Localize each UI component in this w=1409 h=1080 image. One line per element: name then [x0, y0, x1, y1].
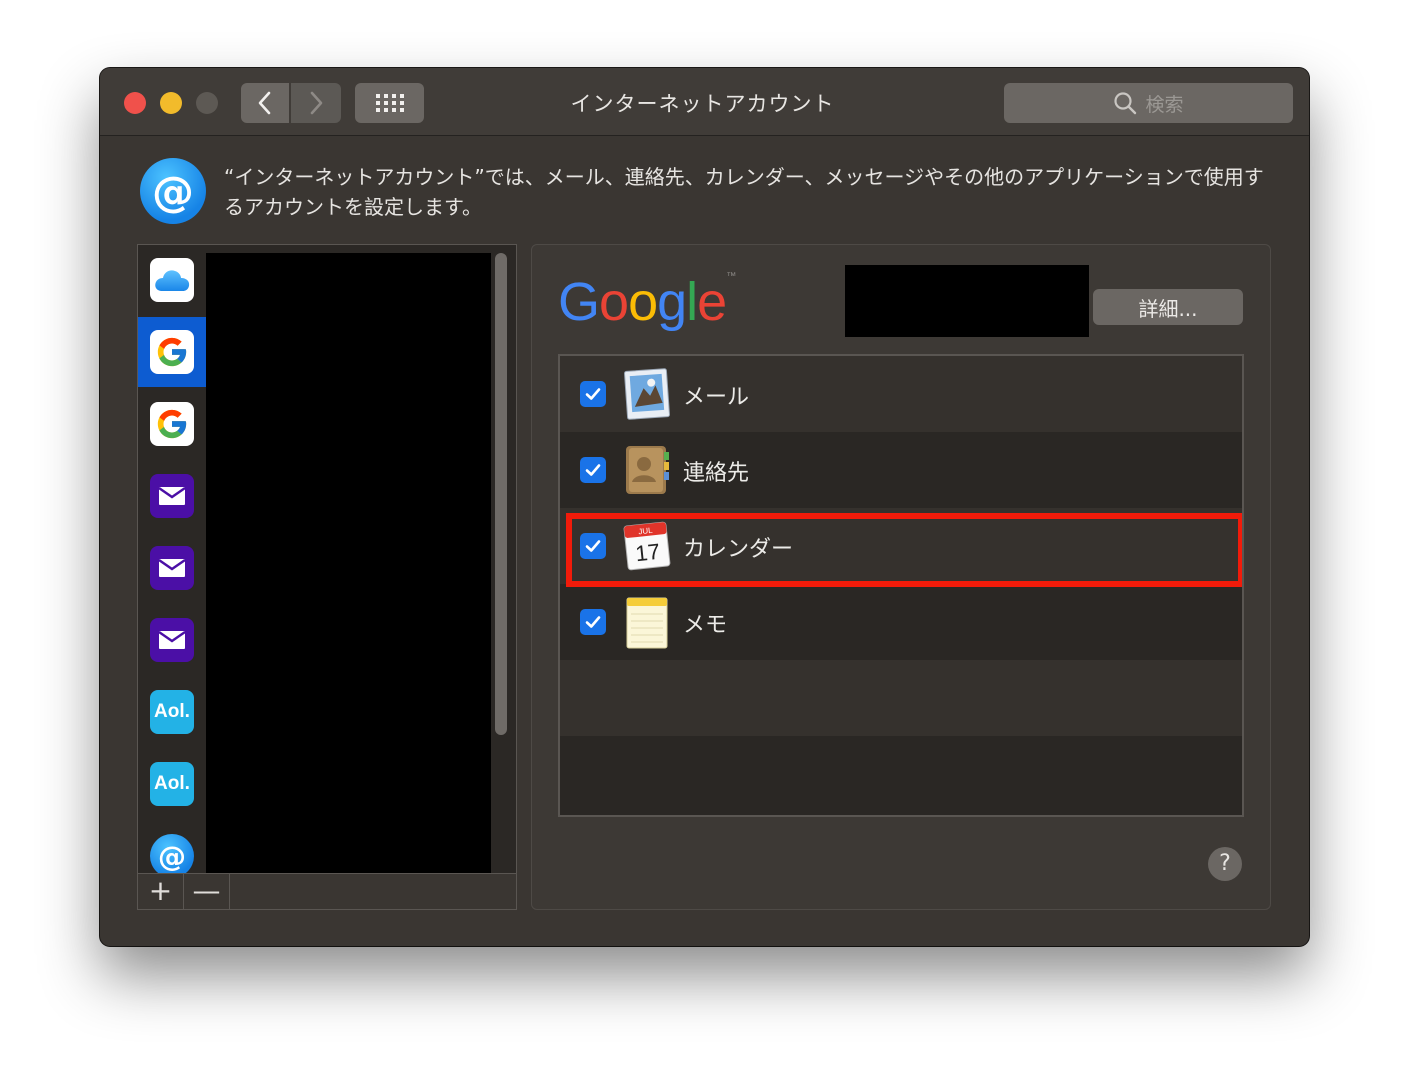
grid-icon: [375, 94, 404, 112]
redacted-account-email: [845, 265, 1089, 337]
google-logo: Google™: [558, 271, 736, 332]
search-icon: [1114, 92, 1137, 115]
internet-accounts-icon: @: [140, 158, 206, 224]
close-button[interactable]: [124, 92, 146, 114]
show-all-button[interactable]: [355, 83, 424, 123]
details-button[interactable]: 詳細...: [1093, 289, 1243, 325]
chevron-right-icon: [310, 91, 323, 115]
accounts-sidebar: Aol. Aol. @: [138, 245, 206, 875]
help-button[interactable]: ?: [1208, 847, 1242, 881]
service-row-calendar[interactable]: JUL 17 カレンダー: [560, 508, 1242, 584]
window-title: インターネットアカウント: [570, 92, 835, 116]
checkmark-icon: [585, 540, 601, 552]
accounts-list-toolbar: + —: [138, 873, 516, 910]
service-label-mail: メール: [683, 385, 750, 410]
icloud-icon: [150, 258, 194, 302]
account-item-yahoo-2[interactable]: [138, 533, 206, 603]
account-item-other[interactable]: @: [138, 821, 206, 875]
search-placeholder: 検索: [1145, 93, 1184, 116]
service-row-contacts[interactable]: 連絡先: [560, 432, 1242, 508]
redacted-account-names: [206, 253, 491, 875]
account-item-yahoo-1[interactable]: [138, 461, 206, 531]
account-item-aol-1[interactable]: Aol.: [138, 677, 206, 747]
empty-row: [560, 660, 1242, 736]
account-detail-pane: Google™ 詳細... メール 連絡先 JUL 17 カレンダー メモ ?: [531, 244, 1271, 910]
account-item-icloud[interactable]: [138, 245, 206, 315]
calendar-checkbox[interactable]: [580, 533, 606, 559]
yahoo-mail-icon: [150, 618, 194, 662]
google-icon: [150, 330, 194, 374]
services-list: メール 連絡先 JUL 17 カレンダー メモ: [558, 354, 1244, 817]
zoom-button[interactable]: [196, 92, 218, 114]
service-row-mail[interactable]: メール: [560, 356, 1242, 432]
contacts-app-icon: [622, 442, 672, 498]
service-row-notes[interactable]: メモ: [560, 584, 1242, 660]
notes-checkbox[interactable]: [580, 609, 606, 635]
mail-app-icon: [622, 366, 672, 422]
service-label-contacts: 連絡先: [683, 461, 750, 486]
calendar-month: JUL: [638, 526, 654, 536]
mail-checkbox[interactable]: [580, 381, 606, 407]
account-item-yahoo-3[interactable]: [138, 605, 206, 675]
checkmark-icon: [585, 388, 601, 400]
checkmark-icon: [585, 616, 601, 628]
aol-icon: Aol.: [150, 762, 194, 806]
calendar-day: 17: [634, 539, 661, 566]
search-field[interactable]: 検索: [1004, 83, 1293, 123]
header-description: “インターネットアカウント”では、メール、連絡先、カレンダー、メッセージやその他…: [224, 165, 1264, 219]
service-label-calendar: カレンダー: [683, 537, 794, 562]
back-button[interactable]: [241, 83, 289, 123]
at-icon: @: [150, 834, 194, 875]
minimize-button[interactable]: [160, 92, 182, 114]
account-item-aol-2[interactable]: Aol.: [138, 749, 206, 819]
accounts-list: Aol. Aol. @ + —: [137, 244, 517, 910]
forward-button[interactable]: [291, 83, 341, 123]
yahoo-mail-icon: [150, 546, 194, 590]
notes-app-icon: [622, 594, 672, 650]
aol-icon: Aol.: [150, 690, 194, 734]
title-bar: インターネットアカウント 検索: [100, 68, 1309, 136]
google-icon: [150, 402, 194, 446]
empty-row: [560, 736, 1242, 812]
calendar-app-icon: JUL 17: [622, 518, 672, 574]
account-item-google-2[interactable]: [138, 389, 206, 459]
remove-account-button[interactable]: —: [184, 874, 230, 910]
add-account-button[interactable]: +: [138, 874, 184, 910]
chevron-left-icon: [258, 91, 271, 115]
yahoo-mail-icon: [150, 474, 194, 518]
account-item-google-1[interactable]: [138, 317, 206, 387]
accounts-scrollbar[interactable]: [495, 253, 507, 735]
checkmark-icon: [585, 464, 601, 476]
service-label-notes: メモ: [683, 613, 728, 638]
contacts-checkbox[interactable]: [580, 457, 606, 483]
preferences-window: インターネットアカウント 検索 @ “インターネットアカウント”では、メール、連…: [100, 68, 1309, 946]
